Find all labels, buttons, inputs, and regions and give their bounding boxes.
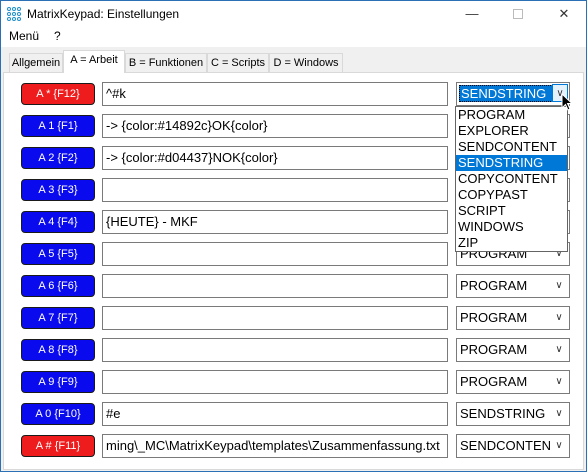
key-button[interactable]: A 5 {F5} [21,243,95,265]
key-row: A 7 {F7} PROGRAM ∨ [4,306,585,330]
settings-window: MatrixKeypad: Einstellungen — ✕ Menü ? A… [0,0,587,472]
type-select[interactable]: PROGRAM ∨ [456,370,570,394]
type-dropdown-list: PROGRAM EXPLORER SENDCONTENT SENDSTRING … [455,106,568,252]
type-select-value: SENDCONTENT [460,438,550,453]
dropdown-option[interactable]: EXPLORER [456,123,567,139]
maximize-icon [513,9,523,19]
tab-c-scripts[interactable]: C = Scripts [207,53,269,72]
key-button[interactable]: A 1 {F1} [21,115,95,137]
command-input[interactable]: #e [102,402,448,426]
command-input[interactable] [102,178,448,202]
keypad-app-icon [7,7,21,21]
chevron-down-icon[interactable]: ∨ [551,277,567,295]
type-select[interactable]: SENDSTRING ∨ [456,82,570,106]
chevron-down-icon[interactable]: ∨ [551,309,567,327]
menu-item-menu[interactable]: Menü [9,29,39,43]
type-select[interactable]: PROGRAM ∨ [456,306,570,330]
command-input[interactable] [102,338,448,362]
minimize-button[interactable]: — [449,1,495,27]
command-input-text: ming\_MC\MatrixKeypad\templates\Zusammen… [106,438,440,453]
key-button[interactable]: A 0 {F10} [21,403,95,425]
close-button[interactable]: ✕ [541,1,586,27]
dropdown-option[interactable]: COPYPAST [456,187,567,203]
command-input[interactable]: {HEUTE} - MKF [102,210,448,234]
dropdown-option[interactable]: SENDCONTENT [456,139,567,155]
type-select-value: PROGRAM [460,310,528,325]
command-input[interactable] [102,274,448,298]
key-row: A 9 {F9} PROGRAM ∨ [4,370,585,394]
key-button[interactable]: A 9 {F9} [21,371,95,393]
key-button[interactable]: A 3 {F3} [21,179,95,201]
command-input[interactable] [102,242,448,266]
dropdown-option[interactable]: WINDOWS [456,219,567,235]
key-button[interactable]: A # {F11} [21,435,95,457]
type-select[interactable]: SENDCONTENT ∨ [456,434,570,458]
type-select-value: SENDSTRING [459,85,553,102]
title-bar[interactable]: MatrixKeypad: Einstellungen — ✕ [1,1,586,27]
command-input[interactable]: -> {color:#d04437}NOK{color} [102,146,448,170]
key-button[interactable]: A 6 {F6} [21,275,95,297]
dropdown-option[interactable]: COPYCONTENT [456,171,567,187]
type-select-value: PROGRAM [460,374,528,389]
command-input[interactable]: ming\_MC\MatrixKeypad\templates\Zusammen… [102,434,448,458]
key-row: A 0 {F10} #e SENDSTRING ∨ [4,402,585,426]
key-row: A # {F11} ming\_MC\MatrixKeypad\template… [4,434,585,458]
dropdown-option-selected[interactable]: SENDSTRING [456,155,567,171]
tab-strip: Allgemein A = Arbeit B = Funktionen C = … [1,47,586,73]
chevron-down-icon[interactable]: ∨ [551,373,567,391]
chevron-down-icon[interactable]: ∨ [551,341,567,359]
tab-a-arbeit[interactable]: A = Arbeit [63,50,125,73]
tab-d-windows[interactable]: D = Windows [269,53,343,72]
maximize-button[interactable] [495,1,541,27]
command-input[interactable]: ^#k [102,82,448,106]
command-input[interactable] [102,370,448,394]
key-button[interactable]: A 4 {F4} [21,211,95,233]
tab-b-funktionen[interactable]: B = Funktionen [125,53,207,72]
menu-bar: Menü ? [1,27,586,47]
chevron-down-icon[interactable]: ∨ [551,437,567,455]
key-button[interactable]: A * {F12} [21,83,95,105]
key-row: A * {F12} ^#k SENDSTRING ∨ [4,82,585,106]
type-select-value: PROGRAM [460,278,528,293]
dropdown-option[interactable]: SCRIPT [456,203,567,219]
dropdown-option[interactable]: PROGRAM [456,107,567,123]
window-title: MatrixKeypad: Einstellungen [27,7,180,21]
key-button[interactable]: A 8 {F8} [21,339,95,361]
mouse-cursor-icon [561,93,573,111]
chevron-down-icon[interactable]: ∨ [551,405,567,423]
type-select[interactable]: PROGRAM ∨ [456,338,570,362]
command-input[interactable] [102,306,448,330]
type-select[interactable]: PROGRAM ∨ [456,274,570,298]
key-button[interactable]: A 7 {F7} [21,307,95,329]
type-select-value: PROGRAM [460,342,528,357]
key-button[interactable]: A 2 {F2} [21,147,95,169]
menu-item-help[interactable]: ? [54,29,61,43]
type-select[interactable]: SENDSTRING ∨ [456,402,570,426]
type-select-value: SENDSTRING [460,406,546,421]
command-input[interactable]: -> {color:#14892c}OK{color} [102,114,448,138]
tab-allgemein[interactable]: Allgemein [9,53,63,72]
key-row: A 8 {F8} PROGRAM ∨ [4,338,585,362]
key-row: A 6 {F6} PROGRAM ∨ [4,274,585,298]
dropdown-option[interactable]: ZIP [456,235,567,251]
